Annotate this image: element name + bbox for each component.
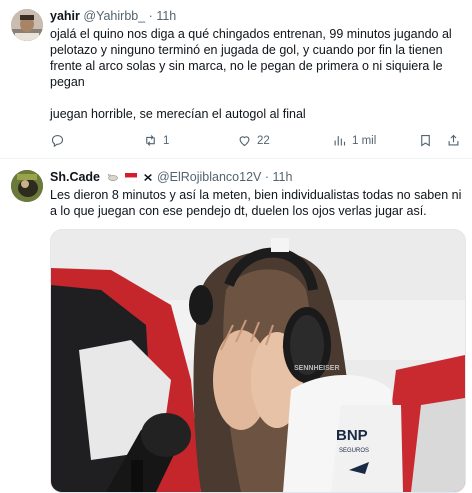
photo-crying-player: SENNHEISER BNP SEGUROS	[51, 230, 465, 492]
retweet-button[interactable]: 1	[143, 133, 169, 148]
jersey-sponsor: BNP	[336, 427, 368, 444]
tweet-actions: 1 22 1 mil	[50, 133, 466, 151]
avatar-image	[11, 170, 43, 202]
tweet-header: Sh.Cade @ElRojiblanco12V · 11h	[50, 169, 292, 185]
views-button[interactable]: 1 mil	[332, 133, 376, 148]
cross-icon	[144, 174, 153, 181]
reply-button[interactable]	[50, 133, 70, 148]
retweet-count: 1	[163, 134, 170, 147]
tweet[interactable]: Sh.Cade @ElRojiblanco12V · 11h Les diero…	[0, 159, 472, 493]
tweet-paragraph: Les dieron 8 minutos y así la meten, bie…	[50, 188, 462, 218]
views-count: 1 mil	[352, 134, 377, 147]
share-button[interactable]	[446, 133, 461, 148]
avatar[interactable]	[11, 170, 43, 202]
like-count: 22	[257, 134, 270, 147]
tweet[interactable]: yahir @Yahirbb_ · 11h ojalá el quino nos…	[0, 0, 472, 159]
tweet-paragraph: ojalá el quino nos diga a qué chingados …	[50, 27, 452, 89]
author-handle[interactable]: @Yahirbb_	[83, 9, 145, 23]
heart-icon	[239, 136, 250, 147]
tweet-media-image[interactable]: SENNHEISER BNP SEGUROS	[50, 229, 466, 493]
reply-icon	[51, 134, 64, 148]
avatar-image	[11, 9, 43, 41]
bookmark-icon	[421, 134, 430, 147]
tweet-header: yahir @Yahirbb_ · 11h	[50, 8, 176, 24]
author-handle[interactable]: @ElRojiblanco12V	[157, 170, 261, 184]
tweet-paragraph: juegan horrible, se merecían el autogol …	[50, 107, 306, 121]
goat-emoji-icon	[107, 173, 118, 181]
retweet-icon	[146, 135, 155, 146]
author-name[interactable]: Sh.Cade	[50, 170, 100, 184]
separator: ·	[264, 170, 270, 184]
share-icon	[448, 134, 459, 146]
author-name[interactable]: yahir	[50, 9, 80, 23]
separator: ·	[148, 9, 153, 23]
tweet-text: Les dieron 8 minutos y así la meten, bie…	[50, 187, 466, 219]
bookmark-button[interactable]	[418, 133, 433, 148]
flag-icon	[124, 173, 137, 182]
views-icon	[334, 136, 346, 146]
avatar[interactable]	[11, 9, 43, 41]
timestamp[interactable]: 11h	[156, 9, 176, 23]
headphone-brand: SENNHEISER	[294, 365, 340, 372]
jersey-sponsor-sub: SEGUROS	[339, 448, 369, 454]
tweet-text: ojalá el quino nos diga a qué chingados …	[50, 26, 466, 122]
like-button[interactable]: 22	[237, 133, 270, 148]
timestamp[interactable]: 11h	[273, 170, 293, 184]
